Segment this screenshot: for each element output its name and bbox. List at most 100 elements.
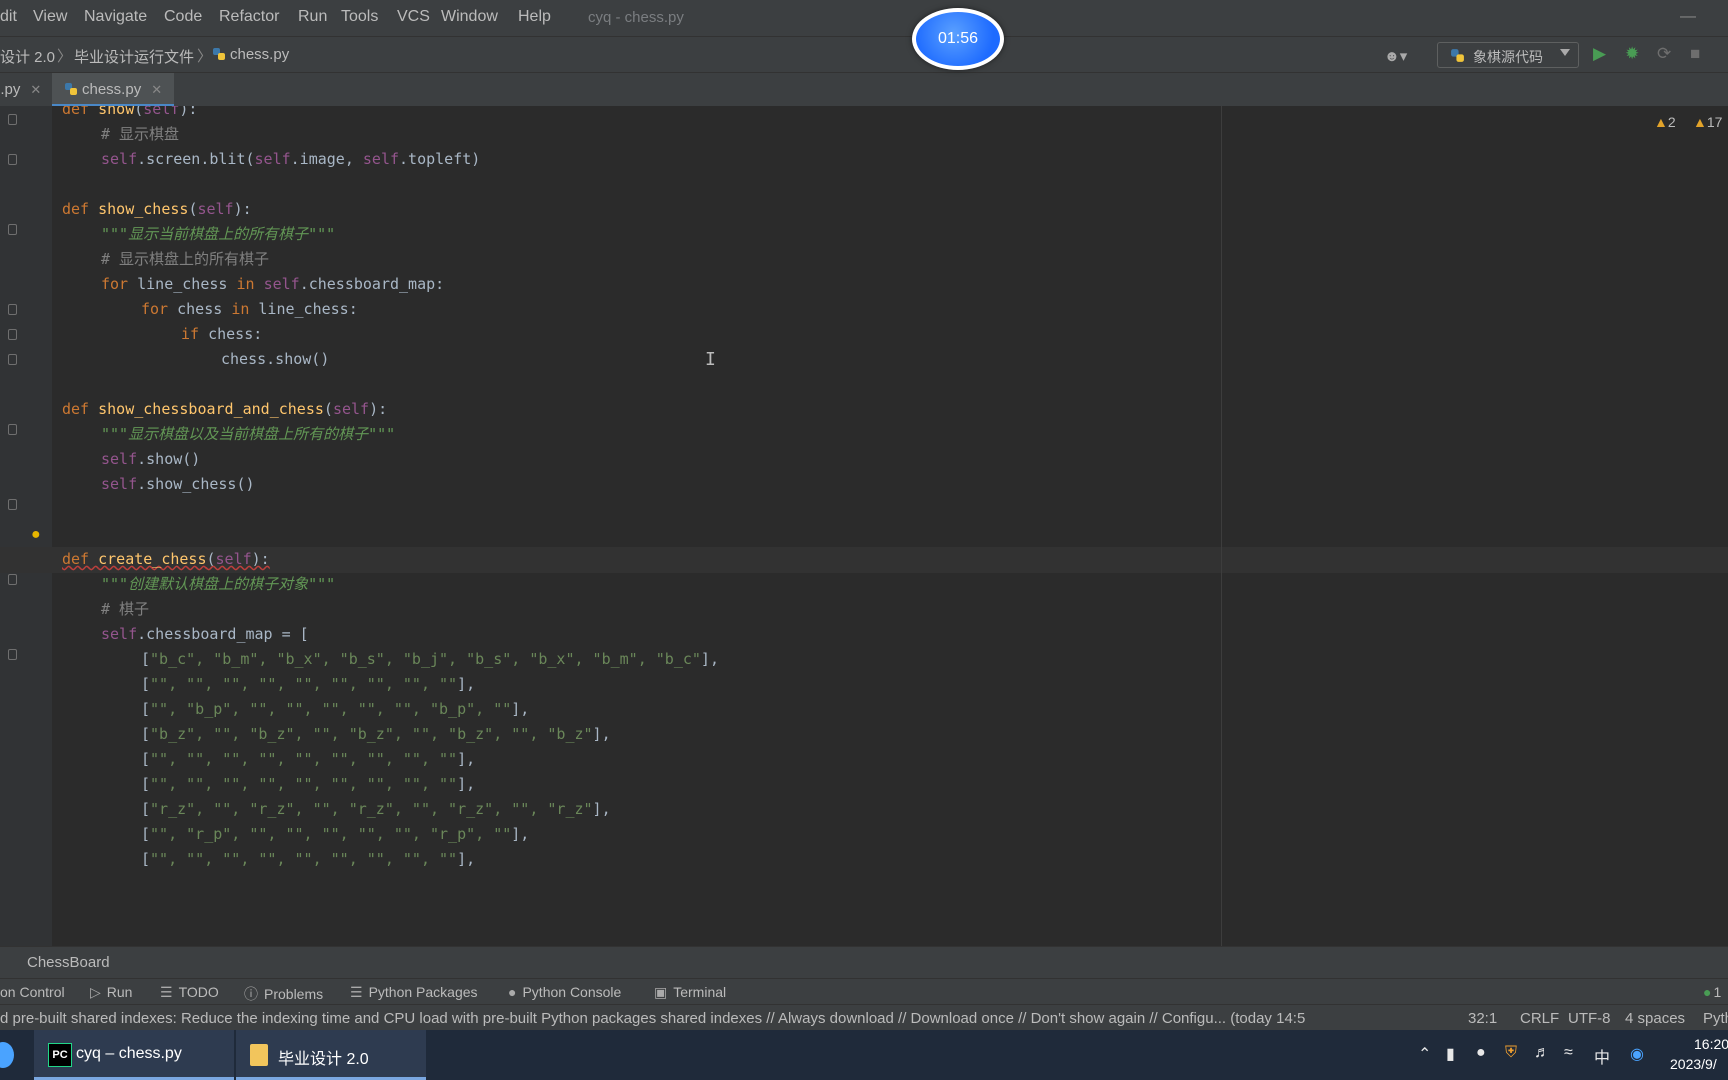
taskbar-app-explorer[interactable]: 毕业设计 2.0 bbox=[236, 1030, 426, 1080]
menu-view[interactable]: View bbox=[33, 8, 67, 26]
tool-problems[interactable]: ⓘ Problems bbox=[244, 984, 323, 1004]
pycharm-icon: PC bbox=[48, 1043, 72, 1067]
tab-chess-py[interactable]: chess.py ✕ bbox=[52, 73, 174, 107]
task-label: 毕业设计 2.0 bbox=[278, 1051, 369, 1068]
tool-python-packages[interactable]: ☰ Python Packages bbox=[350, 984, 478, 1001]
fold-icon[interactable] bbox=[8, 499, 17, 510]
tool-version-control[interactable]: on Control bbox=[0, 984, 65, 1000]
interpreter[interactable]: Pyth bbox=[1703, 1010, 1728, 1027]
code-line: # 棋子 bbox=[101, 600, 150, 618]
text-cursor-icon: I bbox=[705, 349, 716, 370]
microphone-icon[interactable]: ● bbox=[1476, 1044, 1486, 1062]
fold-icon[interactable] bbox=[8, 329, 17, 340]
coverage-icon[interactable]: ⟳ bbox=[1657, 44, 1671, 64]
menu-navigate[interactable]: Navigate bbox=[84, 8, 147, 26]
structure-breadcrumb: ChessBoard bbox=[0, 946, 1728, 979]
fold-icon[interactable] bbox=[8, 304, 17, 315]
code-line: self.screen.blit(self.image, self.toplef… bbox=[101, 150, 481, 168]
fold-icon[interactable] bbox=[8, 649, 17, 660]
code-line: for line_chess in self.chessboard_map: bbox=[101, 275, 445, 293]
close-icon[interactable]: ✕ bbox=[151, 82, 162, 97]
list-icon: ☰ bbox=[160, 984, 173, 1000]
input-method-icon[interactable]: ◉ bbox=[1630, 1044, 1644, 1064]
event-count: 1 bbox=[1713, 984, 1722, 1000]
tool-window-bar: on Control ▷ Run ☰ TODO ⓘ Problems ☰ Python … bbox=[0, 978, 1728, 1005]
code-line: ["", "r_p", "", "", "", "", "", "r_p", "… bbox=[141, 825, 530, 843]
fold-icon[interactable] bbox=[8, 424, 17, 435]
user-icon[interactable]: ☻▾ bbox=[1384, 47, 1407, 65]
breadcrumb-project[interactable]: 设计 2.0 bbox=[0, 46, 55, 67]
lightbulb-icon[interactable]: ● bbox=[31, 526, 41, 544]
breadcrumb-folder[interactable]: 毕业设计运行文件 bbox=[74, 46, 194, 67]
file-encoding[interactable]: UTF-8 bbox=[1568, 1010, 1611, 1027]
tab-previous-file[interactable]: n.py ✕ bbox=[0, 73, 50, 107]
line-separator[interactable]: CRLF bbox=[1520, 1010, 1559, 1027]
chevron-right-icon: 〉 bbox=[57, 48, 73, 65]
tool-todo[interactable]: ☰ TODO bbox=[160, 984, 219, 1001]
run-config-select[interactable]: 象棋源代码 bbox=[1437, 42, 1579, 68]
wifi-icon[interactable]: ≈ bbox=[1564, 1044, 1573, 1062]
caret-position[interactable]: 32:1 bbox=[1468, 1010, 1497, 1027]
fold-icon[interactable] bbox=[8, 154, 17, 165]
right-margin-guide bbox=[1221, 106, 1222, 946]
fold-icon[interactable] bbox=[8, 114, 17, 125]
fold-icon[interactable] bbox=[8, 354, 17, 365]
dropdown-arrow-icon bbox=[1560, 49, 1570, 56]
status-bar: d pre-built shared indexes: Reduce the i… bbox=[0, 1004, 1728, 1031]
run-icon[interactable]: ▶ bbox=[1593, 44, 1606, 64]
volume-icon[interactable]: ♬ bbox=[1534, 1044, 1550, 1062]
fold-icon[interactable] bbox=[8, 574, 17, 585]
menu-tools[interactable]: Tools bbox=[341, 8, 378, 26]
weak-warnings-indicator[interactable]: ▲17 bbox=[1693, 114, 1722, 130]
code-line: self.show() bbox=[101, 450, 201, 468]
event-log-indicator[interactable]: ● 1 bbox=[1703, 984, 1721, 1000]
fold-icon[interactable] bbox=[8, 224, 17, 235]
status-message[interactable]: d pre-built shared indexes: Reduce the i… bbox=[0, 1010, 1430, 1027]
warnings-indicator[interactable]: ▲2 bbox=[1654, 114, 1676, 130]
tool-run[interactable]: ▷ Run bbox=[90, 984, 132, 1001]
system-clock[interactable]: 16:20 2023/9/ bbox=[1670, 1034, 1728, 1074]
debug-icon[interactable]: ✹ bbox=[1625, 44, 1639, 64]
battery-icon[interactable]: ▮ bbox=[1446, 1044, 1455, 1064]
menu-code[interactable]: Code bbox=[164, 8, 202, 26]
task-label: cyq – chess.py bbox=[76, 1045, 182, 1062]
taskbar-app-pycharm[interactable]: PC cyq – chess.py bbox=[34, 1030, 234, 1080]
breadcrumb-file[interactable]: chess.py bbox=[212, 46, 289, 63]
tool-label: Terminal bbox=[673, 984, 727, 1000]
code-line: # 显示棋盘上的所有棋子 bbox=[101, 250, 270, 268]
menu-vcs[interactable]: VCS bbox=[397, 8, 430, 26]
code-line: ["", "", "", "", "", "", "", "", ""], bbox=[141, 750, 476, 768]
tool-python-console[interactable]: ● Python Console bbox=[508, 984, 621, 1000]
menu-window[interactable]: Window bbox=[441, 8, 498, 26]
code-line: ["", "", "", "", "", "", "", "", ""], bbox=[141, 775, 476, 793]
stop-icon[interactable]: ■ bbox=[1690, 44, 1700, 64]
close-icon[interactable]: ✕ bbox=[30, 82, 41, 97]
minimize-icon[interactable]: — bbox=[1680, 8, 1696, 26]
code-line: ["", "b_p", "", "", "", "", "", "b_p", "… bbox=[141, 700, 530, 718]
python-file-icon bbox=[65, 83, 77, 95]
code-line: def create_chess(self): bbox=[62, 550, 270, 568]
menu-refactor[interactable]: Refactor bbox=[219, 8, 279, 26]
code-line: def show_chessboard_and_chess(self): bbox=[62, 400, 388, 418]
code-editor[interactable]: ● I ▲2 ▲17 def show(self): # 显示棋盘 self.s… bbox=[0, 106, 1728, 946]
code-line: """显示棋盘以及当前棋盘上所有的棋子""" bbox=[101, 425, 396, 443]
os-taskbar: PC cyq – chess.py 毕业设计 2.0 ⌃ ▮ ● ⛨ ♬ ≈ 中… bbox=[0, 1030, 1728, 1080]
code-line: ["", "", "", "", "", "", "", "", ""], bbox=[141, 850, 476, 868]
class-breadcrumb[interactable]: ChessBoard bbox=[27, 954, 110, 971]
menu-run[interactable]: Run bbox=[298, 8, 327, 26]
indent-setting[interactable]: 4 spaces bbox=[1625, 1010, 1685, 1027]
tool-terminal[interactable]: ▣ Terminal bbox=[654, 984, 726, 1001]
menu-edit[interactable]: dit bbox=[0, 8, 17, 26]
start-icon[interactable] bbox=[0, 1042, 14, 1068]
warning-icon: ▲ bbox=[1693, 114, 1707, 130]
run-config-label: 象棋源代码 bbox=[1473, 49, 1543, 65]
shield-icon[interactable]: ⛨ bbox=[1505, 1044, 1517, 1062]
recording-timer[interactable]: 01:56 bbox=[912, 8, 1004, 70]
menu-help[interactable]: Help bbox=[518, 8, 551, 26]
warnings-count: 2 bbox=[1667, 114, 1676, 130]
folder-icon bbox=[250, 1044, 268, 1066]
chevron-up-icon[interactable]: ⌃ bbox=[1418, 1044, 1431, 1064]
ime-indicator[interactable]: 中 bbox=[1594, 1044, 1610, 1068]
tool-label: Python Console bbox=[522, 984, 622, 1000]
clock-date: 2023/9/ bbox=[1670, 1056, 1717, 1072]
